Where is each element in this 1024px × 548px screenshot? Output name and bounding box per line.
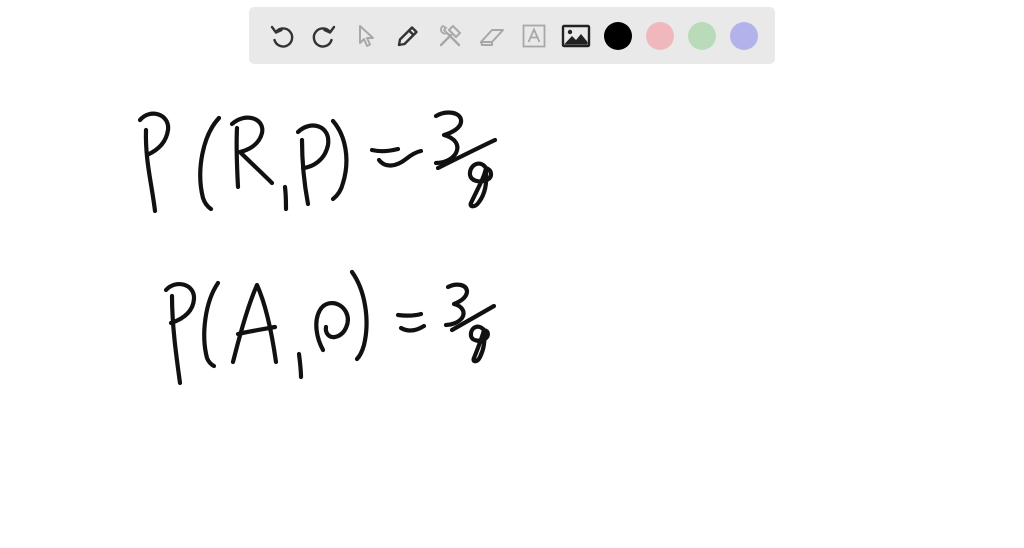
- eraser-icon: [480, 28, 504, 46]
- text-tool-button[interactable]: [513, 15, 555, 57]
- select-tool-button[interactable]: [345, 15, 387, 57]
- redo-button[interactable]: [303, 15, 345, 57]
- color-green-button[interactable]: [681, 15, 723, 57]
- pointer-icon: [359, 24, 374, 47]
- drawing-canvas[interactable]: P(R,P) = 3/8 P(A,P) = 3/8: [0, 70, 1024, 548]
- pen-icon: [397, 25, 418, 46]
- image-icon: [561, 24, 591, 47]
- color-black-button[interactable]: [597, 15, 639, 57]
- undo-icon: [270, 25, 294, 48]
- eraser-tool-button[interactable]: [471, 15, 513, 57]
- drawing-toolbar: [249, 7, 775, 64]
- whiteboard-app: P(R,P) = 3/8 P(A,P) = 3/8: [0, 0, 1024, 548]
- text-icon: [522, 24, 546, 47]
- stroke-line-1: [137, 110, 498, 214]
- stroke-line-2: [163, 269, 497, 386]
- undo-button[interactable]: [261, 15, 303, 57]
- color-swatch-red: [646, 21, 674, 50]
- color-purple-button[interactable]: [723, 15, 765, 57]
- redo-icon: [312, 25, 336, 48]
- tools-button[interactable]: [429, 15, 471, 57]
- pen-tool-button[interactable]: [387, 15, 429, 57]
- handwriting-strokes: [137, 110, 498, 386]
- image-tool-button[interactable]: [555, 15, 597, 57]
- color-red-button[interactable]: [639, 15, 681, 57]
- tools-icon: [439, 24, 462, 46]
- color-swatch-black: [604, 21, 632, 50]
- color-swatch-green: [688, 21, 716, 50]
- color-swatch-purple: [730, 21, 758, 50]
